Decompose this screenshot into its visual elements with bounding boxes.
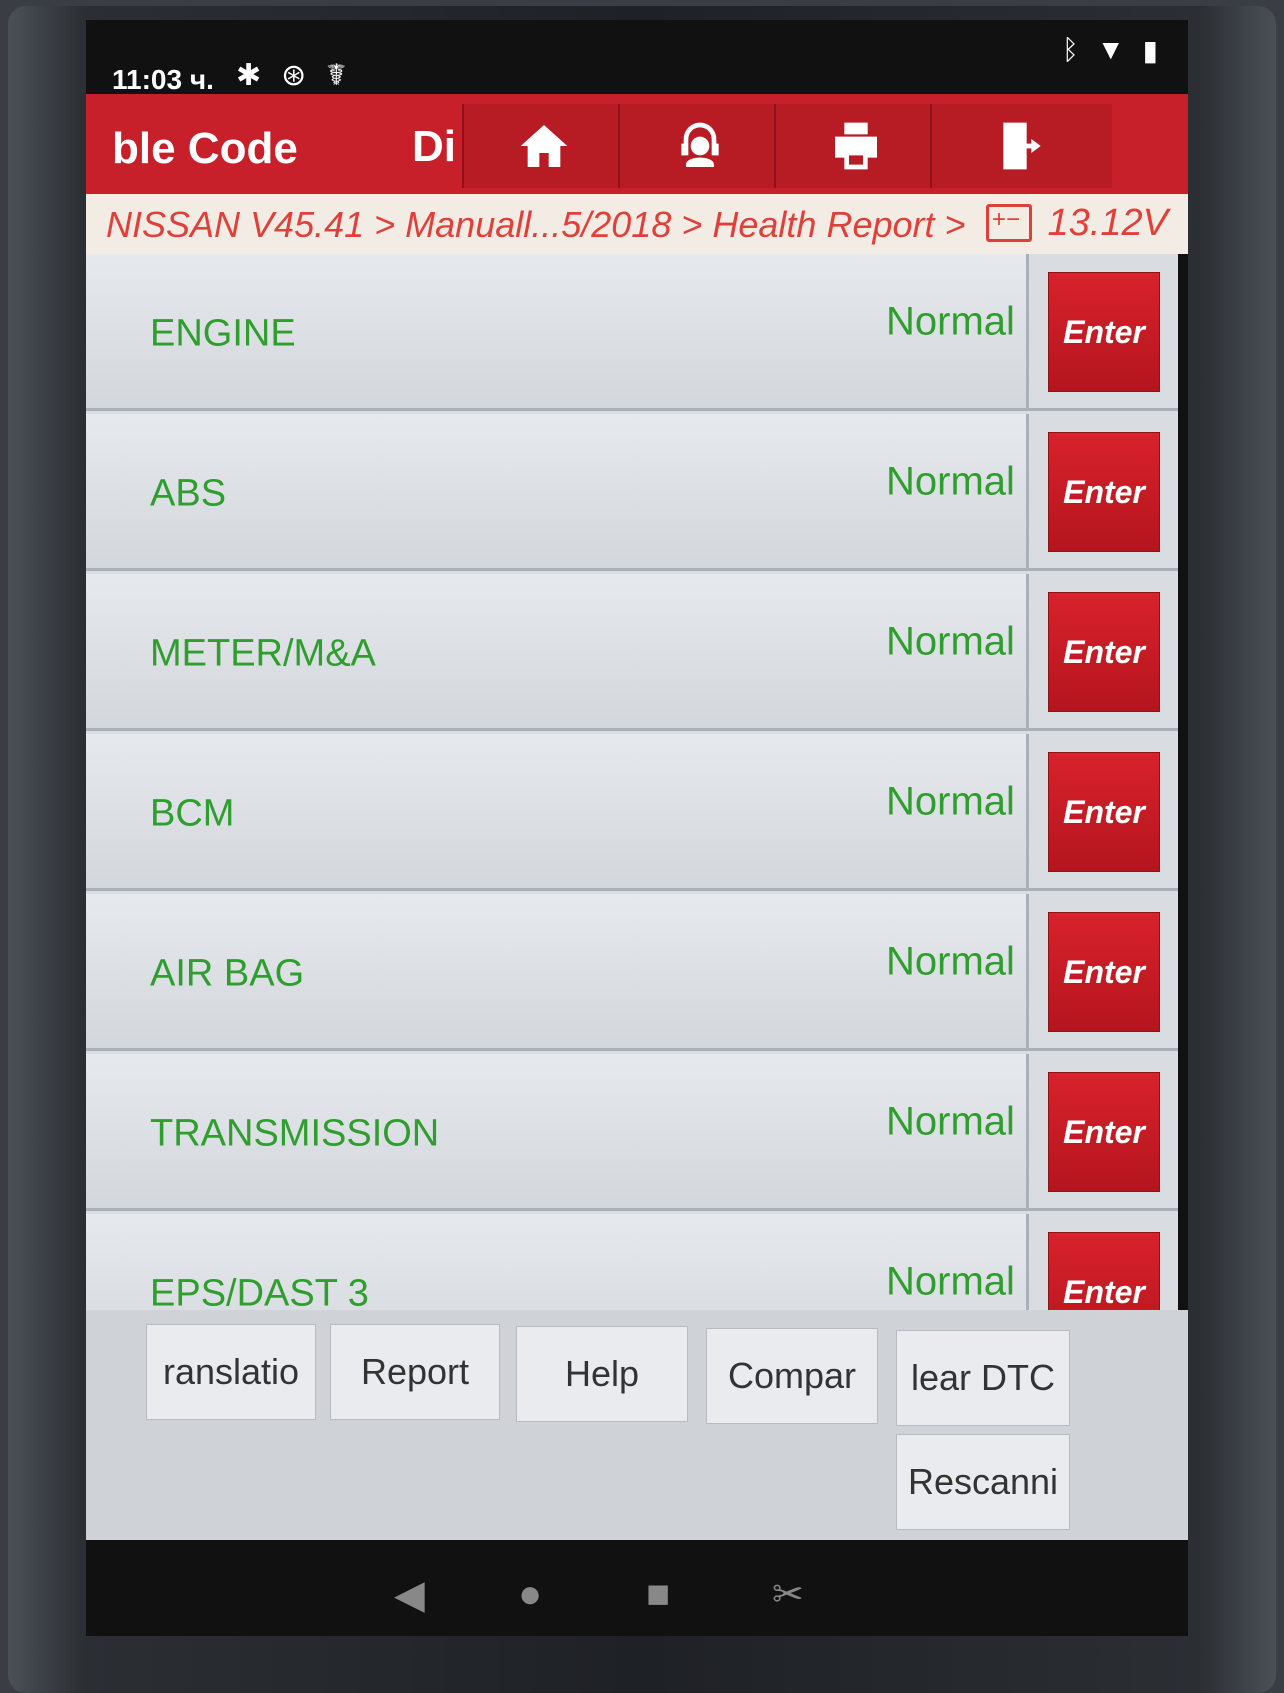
report-button[interactable]: Report (330, 1324, 500, 1420)
bluetooth-circle-icon: ⊛ (281, 59, 307, 92)
battery-icon: ▮ (1142, 35, 1158, 66)
system-name: AIR BAG (150, 952, 305, 995)
system-name: METER/M&A (150, 632, 376, 675)
status-bar: 11:03 ч. ✱ ⊛ ☤ ᛒ ▼ ▮ (86, 20, 1188, 95)
back-icon[interactable]: ◀ (394, 1572, 425, 1618)
breadcrumb-path[interactable]: NISSAN V45.41 > Manuall...5/2018 > Healt… (106, 204, 966, 246)
exit-icon (1003, 122, 1041, 170)
system-status: Normal (886, 619, 1015, 664)
list-item: TRANSMISSION Normal Enter (86, 1054, 1178, 1211)
device-screen: 11:03 ч. ✱ ⊛ ☤ ᛒ ▼ ▮ ble Code Di NISSAN … (86, 20, 1188, 1636)
enter-button[interactable]: Enter (1048, 752, 1160, 872)
list-item: ENGINE Normal Enter (86, 254, 1178, 411)
bluetooth-icon: ᛒ (1062, 34, 1079, 65)
recents-icon[interactable]: ■ (646, 1572, 670, 1617)
system-nav-bar: ◀ ● ■ ✂ (86, 1540, 1188, 1636)
support-button[interactable] (618, 104, 780, 188)
compare-button[interactable]: Compar (706, 1328, 878, 1424)
list-item: ABS Normal Enter (86, 414, 1178, 571)
system-status: Normal (886, 939, 1015, 984)
app-header: ble Code Di (86, 94, 1188, 194)
device-bezel: 11:03 ч. ✱ ⊛ ☤ ᛒ ▼ ▮ ble Code Di NISSAN … (8, 6, 1276, 1693)
print-button[interactable] (774, 104, 936, 188)
translation-button[interactable]: ranslatio (146, 1324, 316, 1420)
system-status: Normal (886, 1099, 1015, 1144)
stethoscope-icon: ☤ (326, 59, 347, 92)
status-time: 11:03 ч. (112, 64, 214, 95)
battery-voltage: 13.12V (1047, 202, 1168, 244)
system-status: Normal (886, 779, 1015, 824)
enter-button[interactable]: Enter (1048, 272, 1160, 392)
system-status: Normal (886, 1259, 1015, 1304)
enter-button[interactable]: Enter (1048, 1072, 1160, 1192)
system-status: Normal (886, 299, 1015, 344)
support-agent-icon (681, 122, 719, 167)
help-button[interactable]: Help (516, 1326, 688, 1422)
gear-icon: ✱ (236, 59, 262, 92)
list-item: AIR BAG Normal Enter (86, 894, 1178, 1051)
enter-button[interactable]: Enter (1048, 592, 1160, 712)
enter-button[interactable]: Enter (1048, 912, 1160, 1032)
tab-title-truncated[interactable]: Di (412, 122, 456, 172)
page-title: ble Code (112, 124, 298, 173)
rescanning-button[interactable]: Rescanni (896, 1434, 1070, 1530)
wifi-icon: ▼ (1096, 34, 1125, 65)
system-status: Normal (886, 459, 1015, 504)
home-button[interactable] (462, 104, 624, 188)
exit-button[interactable] (930, 104, 1112, 188)
system-name: ENGINE (150, 312, 296, 355)
list-item: BCM Normal Enter (86, 734, 1178, 891)
clear-dtc-button[interactable]: lear DTC (896, 1330, 1070, 1426)
home-nav-icon[interactable]: ● (518, 1572, 542, 1617)
system-name: ABS (150, 472, 227, 515)
system-list: ENGINE Normal Enter ABS Normal Enter MET… (86, 254, 1178, 1444)
system-name: BCM (150, 792, 235, 835)
breadcrumb: NISSAN V45.41 > Manuall...5/2018 > Healt… (86, 194, 1188, 254)
enter-button[interactable]: Enter (1048, 432, 1160, 552)
home-icon (520, 125, 568, 167)
print-icon (835, 122, 877, 170)
system-name: TRANSMISSION (150, 1112, 440, 1155)
screenshot-icon[interactable]: ✂ (772, 1572, 804, 1617)
action-bar: ranslatio Report Help Compar lear DTC Re… (86, 1310, 1188, 1540)
list-item: METER/M&A Normal Enter (86, 574, 1178, 731)
battery-plus-minus-icon: +− (992, 206, 1021, 233)
